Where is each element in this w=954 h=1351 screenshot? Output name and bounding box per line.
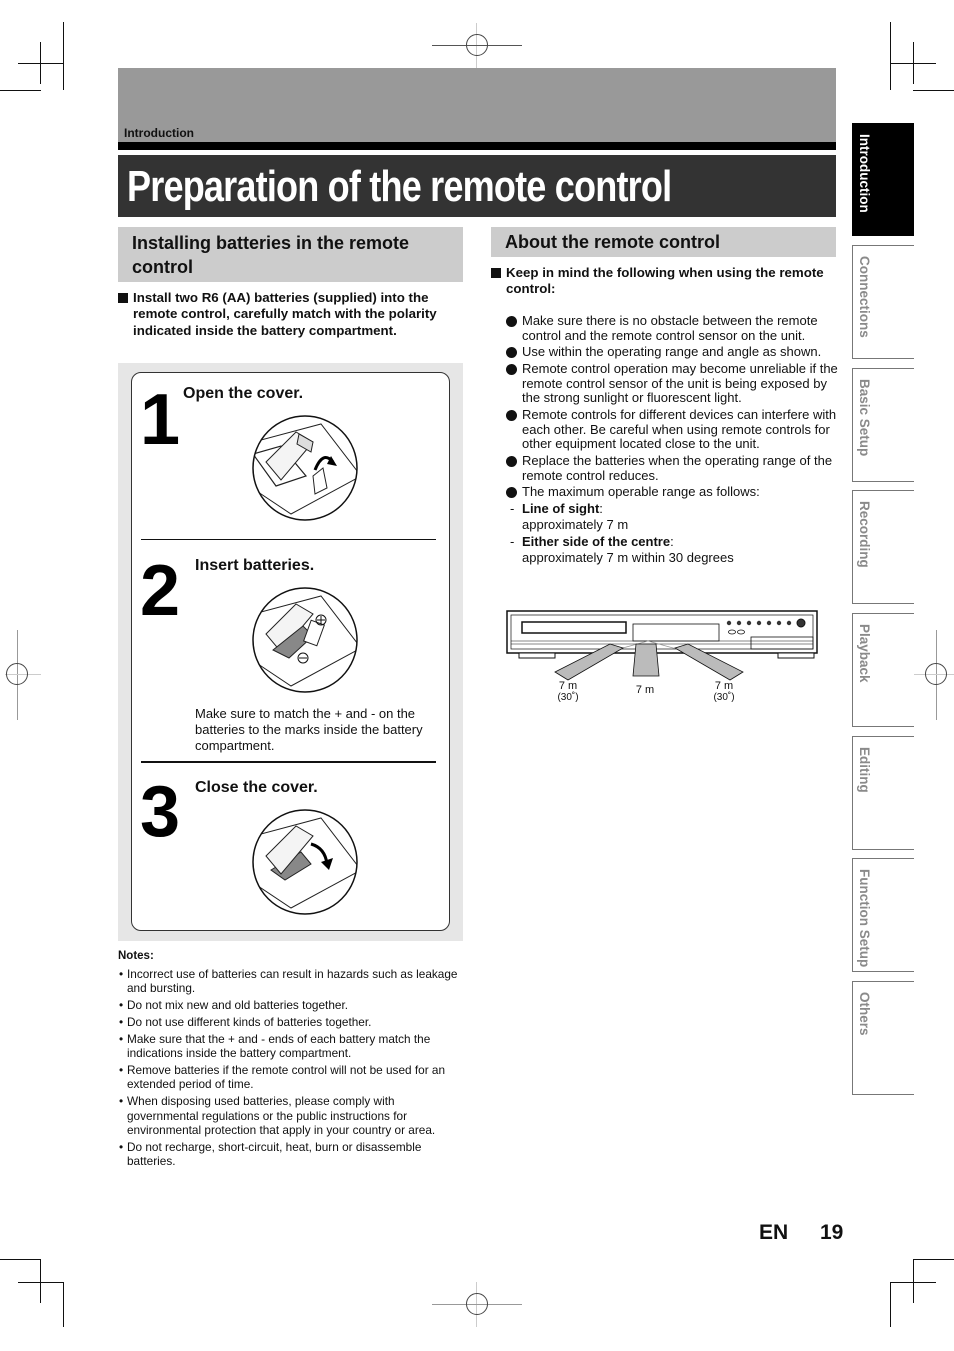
side-tab-function-setup[interactable]: Function Setup: [852, 858, 914, 972]
note-item: • When disposing used batteries, please c…: [119, 1094, 436, 1138]
side-tab-recording[interactable]: Recording: [852, 490, 914, 604]
remote-insert-batteries-illustration: [252, 587, 358, 693]
header-rule: [118, 142, 836, 150]
square-bullet-icon: [491, 268, 501, 278]
round-bullet-icon: [506, 316, 517, 327]
side-tab-introduction[interactable]: Introduction: [852, 123, 914, 236]
note-item: • Make sure that the + and - ends of each…: [119, 1031, 431, 1061]
remote-usage-list: Make sure there is no obstacle between t…: [506, 313, 841, 568]
about-lead-paragraph: Keep in mind the following when using th…: [491, 265, 836, 298]
side-tab-others[interactable]: Others: [852, 981, 914, 1095]
remote-close-cover-illustration: [252, 809, 358, 915]
note-item: • Remove batteries if the remote control …: [119, 1063, 446, 1092]
side-tab-basic-setup[interactable]: Basic Setup: [852, 368, 914, 482]
step-2-note: Make sure to match the + and - on the ba…: [195, 706, 423, 753]
step-2-title: Insert batteries.: [195, 557, 315, 574]
side-tab-editing[interactable]: Editing: [852, 736, 914, 850]
range-item-either-side: - Either side of the centre: approximate…: [510, 534, 734, 566]
round-bullet-icon: [506, 410, 517, 422]
left-range-label: 7 m (30˚): [557, 680, 579, 704]
section-label: Introduction: [124, 126, 194, 140]
page-title: Preparation of the remote control: [127, 162, 672, 211]
step-2-number: 2: [140, 551, 181, 631]
step-divider: [141, 761, 436, 763]
list-item: Make sure there is no obstacle between t…: [506, 313, 841, 343]
range-item-line-of-sight: - Line of sight: approximately 7 m: [510, 501, 629, 533]
round-bullet-icon: [506, 364, 517, 376]
list-item: Remote control operation may become unre…: [506, 361, 841, 406]
step-3-number: 3: [140, 772, 181, 852]
section-heading-installing-batteries: Installing batteries in the remote contr…: [118, 227, 463, 282]
remote-open-cover-illustration: [252, 415, 358, 521]
operating-range-diagram: 7 m (30˚) 7 m 7 m (30˚): [505, 608, 820, 708]
notes-title: Notes:: [118, 950, 154, 962]
round-bullet-icon: [506, 347, 517, 359]
right-range-label: 7 m (30˚): [713, 680, 735, 704]
step-3-title: Close the cover.: [195, 779, 318, 796]
round-bullet-icon: [506, 487, 517, 499]
list-item: Remote controls for different devices ca…: [506, 407, 841, 452]
list-item: The maximum operable range as follows:: [506, 485, 841, 500]
language-label: EN: [759, 1221, 789, 1244]
note-item: • Incorrect use of batteries can result i…: [119, 967, 458, 996]
page-number: 19: [820, 1221, 844, 1244]
list-item: Use within the operating range and angle…: [506, 345, 841, 360]
notes-list: • Incorrect use of batteries can result i…: [118, 967, 468, 1171]
note-item: • Do not mix new and old batteries togeth…: [119, 998, 348, 1013]
step-1-title: Open the cover.: [183, 385, 304, 402]
list-item: Replace the batteries when the operating…: [506, 453, 841, 483]
round-bullet-icon: [506, 456, 517, 468]
center-range-label: 7 m: [635, 684, 655, 696]
note-item: • Do not use different kinds of batteries…: [119, 1015, 372, 1029]
step-1-number: 1: [140, 380, 181, 460]
section-heading-about-remote: About the remote control: [491, 227, 836, 257]
square-bullet-icon: [118, 293, 128, 303]
installing-lead-paragraph: Install two R6 (AA) batteries (supplied)…: [118, 290, 463, 339]
side-tab-connections[interactable]: Connections: [852, 245, 914, 359]
header-band: [118, 68, 836, 142]
note-item: • Do not recharge, short-circuit, heat, b…: [119, 1139, 422, 1169]
side-tab-playback[interactable]: Playback: [852, 613, 914, 727]
step-divider: [141, 539, 436, 540]
